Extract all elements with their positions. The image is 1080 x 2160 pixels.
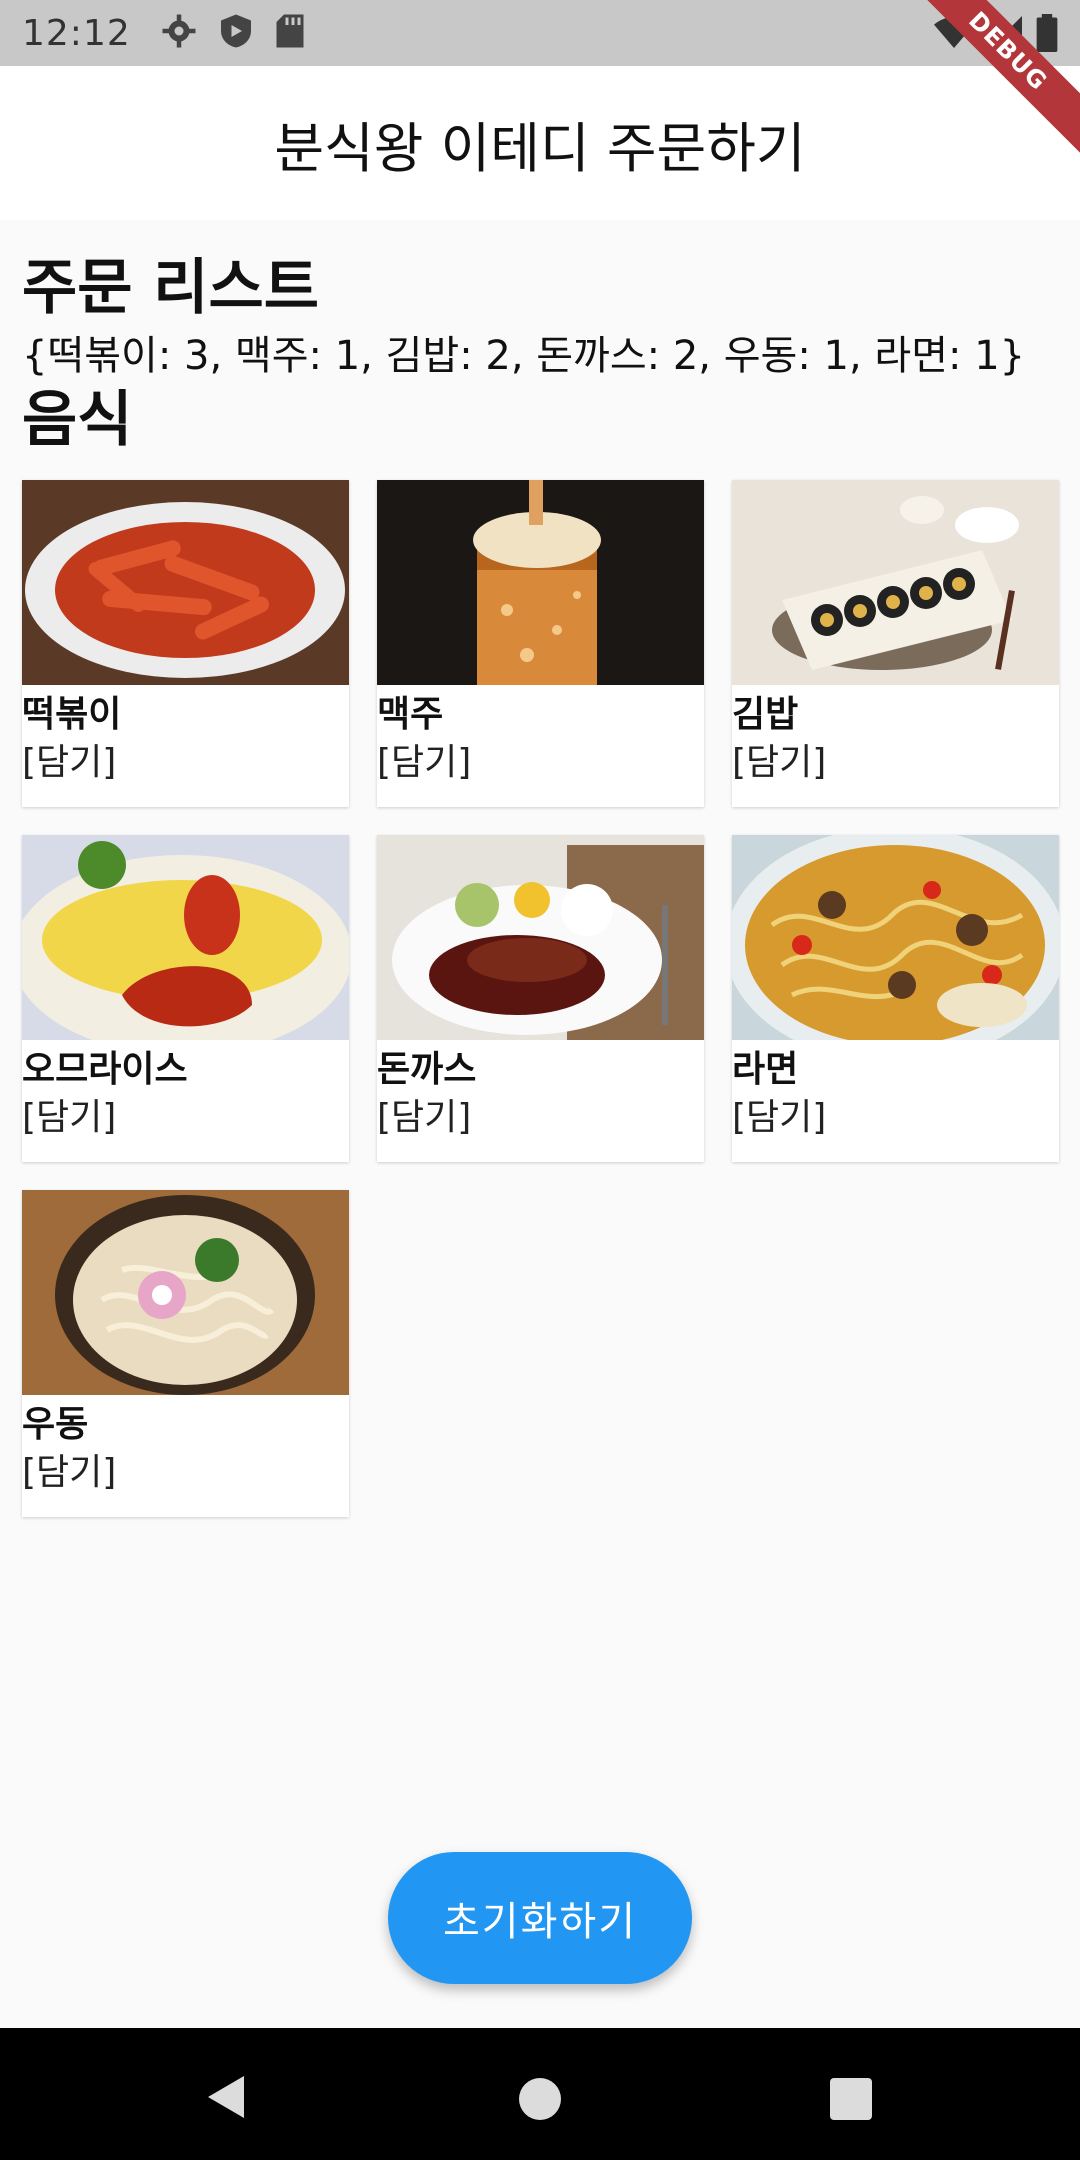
back-icon[interactable] — [204, 2072, 248, 2126]
app-title: 분식왕 이테디 주문하기 — [274, 116, 806, 180]
food-card-udon[interactable]: 우동 [담기] — [22, 1190, 349, 1517]
food-name: 김밥 — [732, 694, 799, 735]
status-bar: 12:12 — [0, 0, 1080, 66]
food-name: 우동 — [22, 1404, 89, 1445]
food-card-tteokbokki[interactable]: 떡볶이 [담기] — [22, 480, 349, 807]
food-grid: 떡볶이 [담기] 맥주 [담기] 김밥 [담기] 오므라이스 [담기] 돈까스 … — [22, 480, 1059, 1517]
battery-icon — [1036, 14, 1058, 56]
food-name: 라면 — [732, 1049, 799, 1090]
shield-play-icon — [219, 13, 253, 53]
udon-image — [22, 1190, 349, 1395]
add-button[interactable]: [담기] — [22, 1094, 349, 1142]
home-icon[interactable] — [519, 2078, 561, 2120]
sd-card-icon — [275, 13, 305, 53]
main-content: 주문 리스트 {떡볶이: 3, 맥주: 1, 김밥: 2, 돈까스: 2, 우동… — [22, 252, 1062, 456]
recent-apps-icon[interactable] — [830, 2078, 872, 2120]
food-name: 떡볶이 — [22, 694, 122, 735]
food-card-omurice[interactable]: 오므라이스 [담기] — [22, 835, 349, 1162]
food-card-donkatsu[interactable]: 돈까스 [담기] — [377, 835, 704, 1162]
order-list-title: 주문 리스트 — [22, 253, 319, 323]
reset-button[interactable]: 초기화하기 — [388, 1852, 692, 1984]
add-button[interactable]: [담기] — [377, 1094, 704, 1142]
food-name: 맥주 — [377, 694, 444, 735]
food-section-title: 음식 — [22, 385, 133, 455]
ramen-image — [732, 835, 1059, 1040]
add-button[interactable]: [담기] — [22, 1449, 349, 1497]
beer-image — [377, 480, 704, 685]
food-name: 오므라이스 — [22, 1049, 188, 1090]
omurice-image — [22, 835, 349, 1040]
add-button[interactable]: [담기] — [22, 739, 349, 787]
add-button[interactable]: [담기] — [377, 739, 704, 787]
add-button[interactable]: [담기] — [732, 739, 1059, 787]
food-card-gimbap[interactable]: 김밥 [담기] — [732, 480, 1059, 807]
navigation-bar — [0, 2028, 1080, 2160]
app-bar: 분식왕 이테디 주문하기 — [0, 66, 1080, 220]
tteokbokki-image — [22, 480, 349, 685]
settings-icon — [161, 13, 197, 53]
donkatsu-image — [377, 835, 704, 1040]
add-button[interactable]: [담기] — [732, 1094, 1059, 1142]
gimbap-image — [732, 480, 1059, 685]
food-card-ramen[interactable]: 라면 [담기] — [732, 835, 1059, 1162]
food-card-beer[interactable]: 맥주 [담기] — [377, 480, 704, 807]
status-time: 12:12 — [22, 12, 131, 54]
order-summary: {떡볶이: 3, 맥주: 1, 김밥: 2, 돈까스: 2, 우동: 1, 라면… — [22, 333, 1026, 379]
food-name: 돈까스 — [377, 1049, 477, 1090]
